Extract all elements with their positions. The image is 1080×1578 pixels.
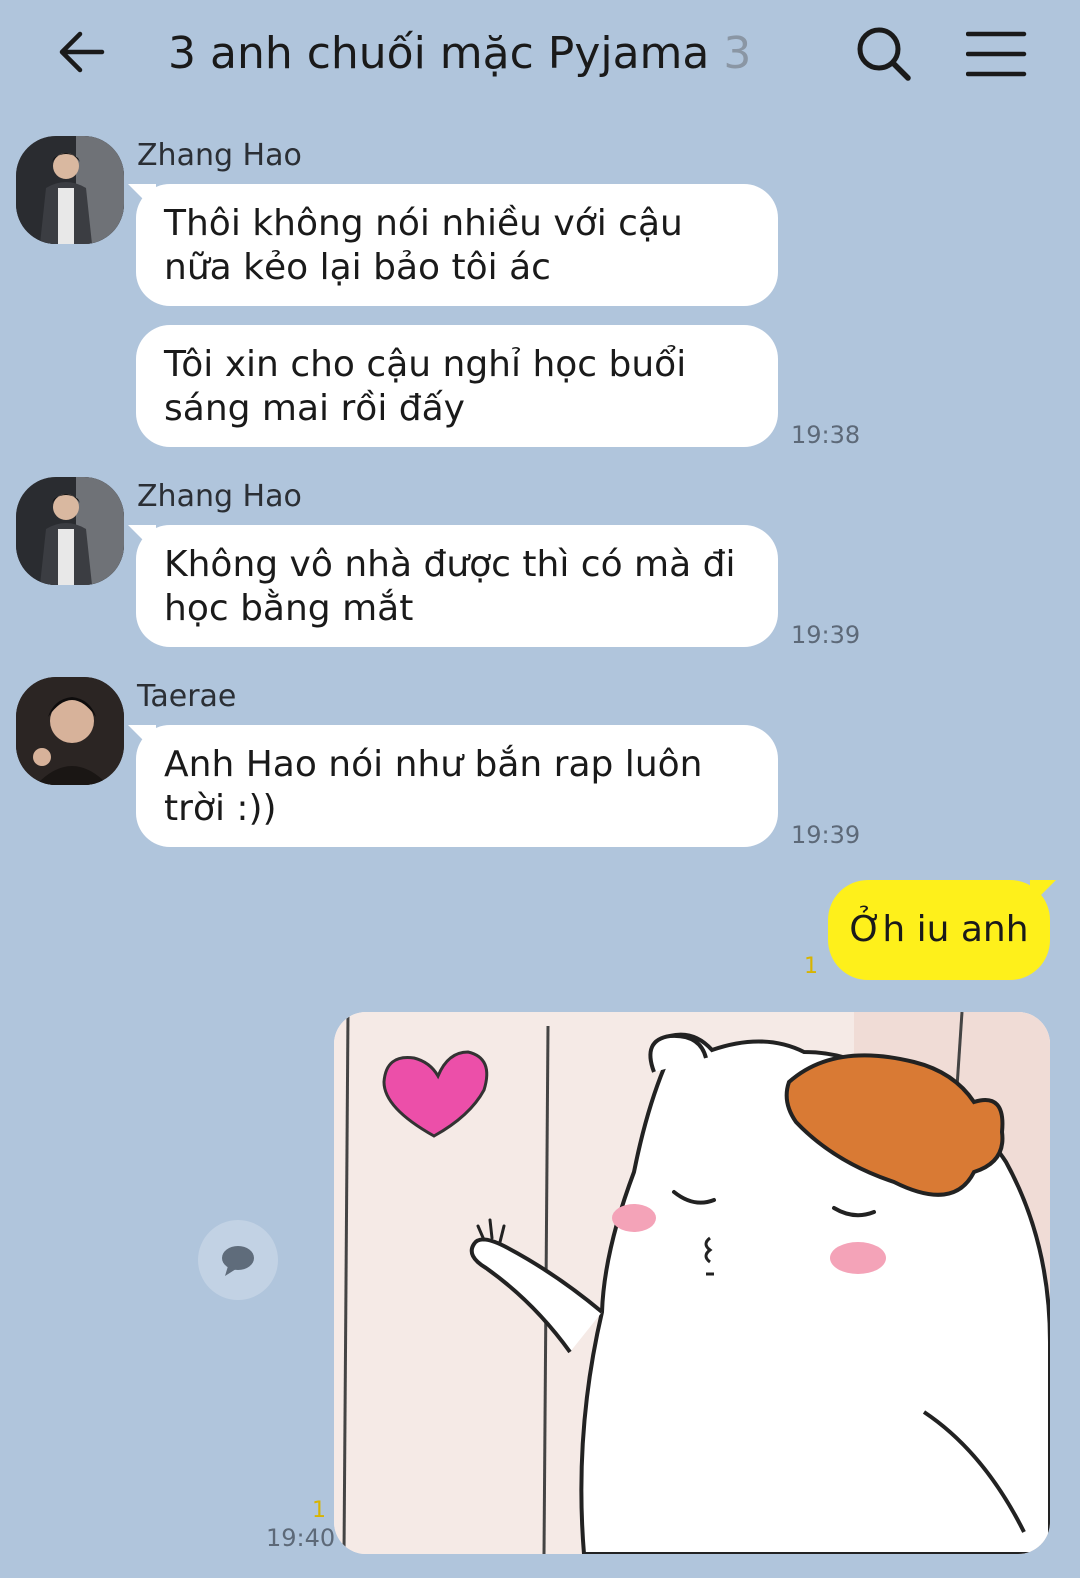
message-bubble[interactable]: Anh Hao nói như bắn rap luôn trời :)) <box>136 725 778 847</box>
avatar-taerae[interactable] <box>16 677 124 785</box>
search-icon <box>857 27 911 81</box>
hamburger-menu-icon <box>965 31 1027 77</box>
speech-bubble-icon <box>222 1246 254 1276</box>
back-arrow-icon <box>59 31 105 73</box>
hamster-kiss-sticker <box>334 1012 1050 1554</box>
menu-button[interactable] <box>965 26 1030 82</box>
message-time: 19:40 <box>266 1524 336 1552</box>
message-bubble[interactable]: Không vô nhà được thì có mà đi học bằng … <box>136 525 778 647</box>
person-photo-icon <box>16 136 124 244</box>
chat-header: 3 anh chuối mặc Pyjama 3 <box>0 0 1080 110</box>
message-bubble[interactable]: Tôi xin cho cậu nghỉ học buổi sáng mai r… <box>136 325 778 447</box>
person-photo-icon <box>16 477 124 585</box>
sender-name: Zhang Hao <box>137 138 302 173</box>
sender-name: Zhang Hao <box>137 479 302 514</box>
sender-name: Taerae <box>137 679 237 714</box>
back-button[interactable] <box>52 22 112 82</box>
unread-count: 1 <box>312 1498 326 1523</box>
quick-reply-button[interactable] <box>198 1220 278 1300</box>
message-time: 19:38 <box>791 421 861 449</box>
sticker-image[interactable] <box>334 1012 1050 1554</box>
my-message-bubble[interactable]: Ởh iu anh <box>828 880 1050 980</box>
message-bubble[interactable]: Thôi không nói nhiều với cậu nữa kẻo lại… <box>136 184 778 306</box>
chat-title[interactable]: 3 anh chuối mặc Pyjama 3 <box>168 26 751 82</box>
search-button[interactable] <box>852 22 916 86</box>
avatar-zhang-hao[interactable] <box>16 477 124 585</box>
unread-count: 1 <box>804 954 818 979</box>
avatar-zhang-hao[interactable] <box>16 136 124 244</box>
room-name: 3 anh chuối mặc Pyjama <box>168 28 710 79</box>
message-time: 19:39 <box>791 621 861 649</box>
message-time: 19:39 <box>791 821 861 849</box>
member-count: 3 <box>723 28 752 79</box>
person-photo-icon <box>16 677 124 785</box>
